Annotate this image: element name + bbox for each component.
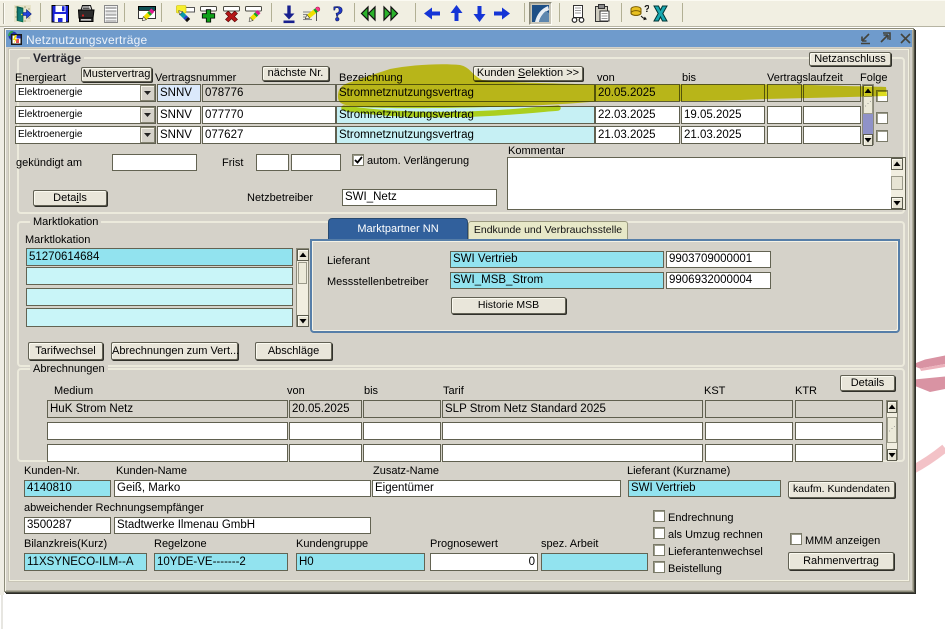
svg-text:?: ? — [333, 3, 344, 24]
svg-text:?: ? — [644, 4, 649, 15]
